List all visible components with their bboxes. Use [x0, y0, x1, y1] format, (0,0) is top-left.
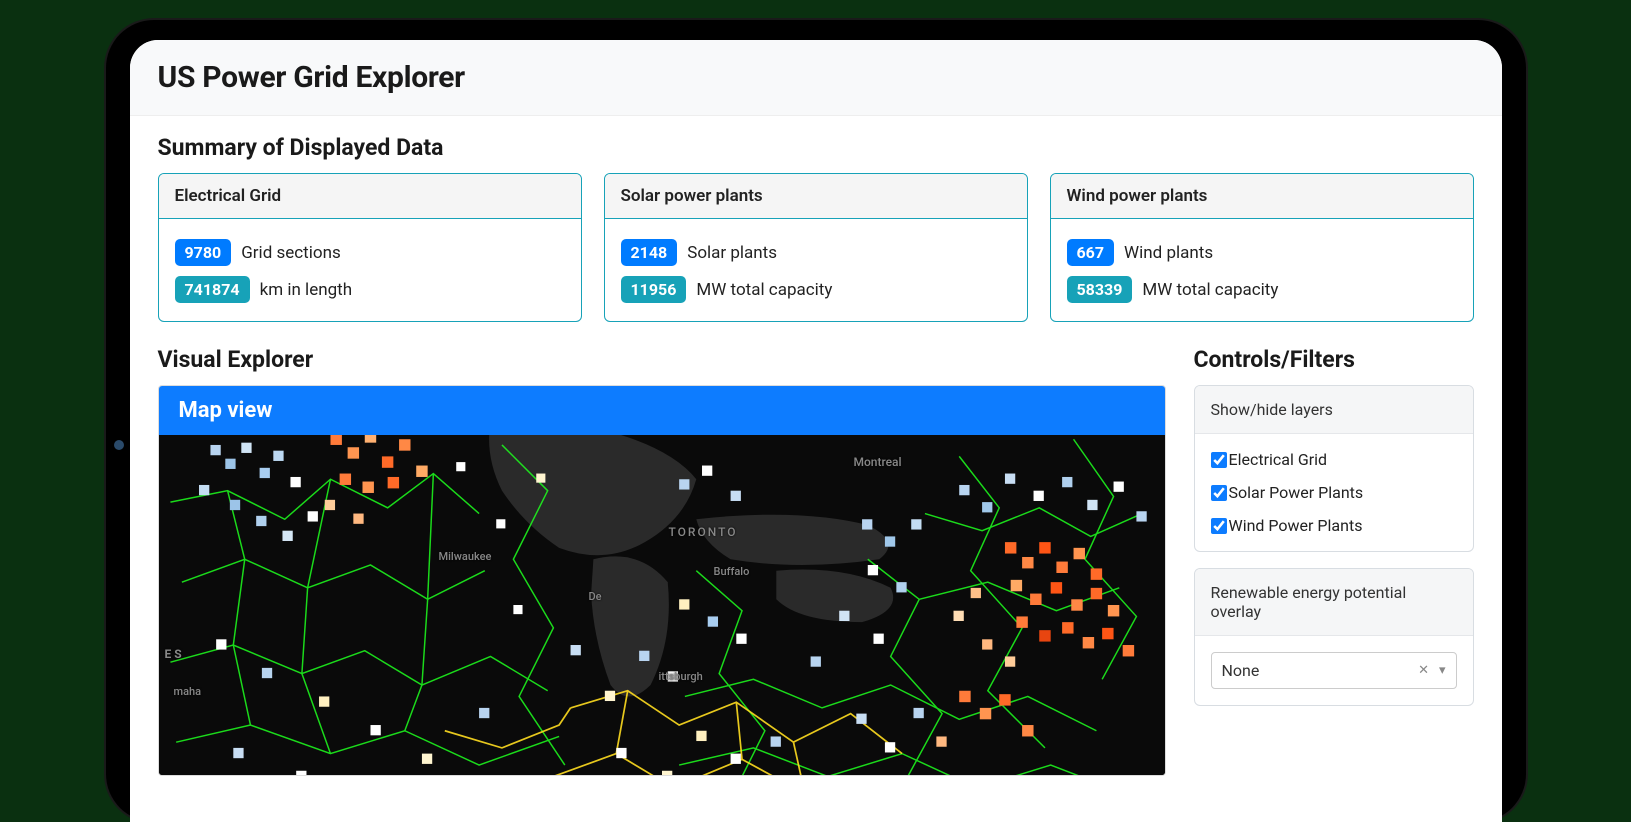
layer-toggle-solar[interactable]: Solar Power Plants: [1211, 483, 1457, 502]
stat-value-badge: 58339: [1067, 276, 1133, 303]
summary-card-body: 667 Wind plants 58339 MW total capacity: [1051, 219, 1473, 321]
main-content: Summary of Displayed Data Electrical Gri…: [130, 116, 1502, 776]
layers-card: Show/hide layers Electrical Grid Solar P…: [1194, 385, 1474, 552]
layers-card-body: Electrical Grid Solar Power Plants Wind …: [1195, 434, 1473, 551]
stat-value-badge: 667: [1067, 239, 1115, 266]
summary-card-body: 2148 Solar plants 11956 MW total capacit…: [605, 219, 1027, 321]
stat-label: Solar plants: [687, 243, 777, 263]
layer-label: Solar Power Plants: [1229, 483, 1364, 502]
summary-card-electrical-grid: Electrical Grid 9780 Grid sections 74187…: [158, 173, 582, 322]
stat-value-badge: 741874: [175, 276, 250, 303]
overlay-select-value: None: [1222, 661, 1260, 680]
stat-wind-plants: 667 Wind plants: [1067, 239, 1457, 266]
map-label-omaha: maha: [174, 685, 202, 698]
map-label-milwaukee: Milwaukee: [439, 550, 492, 563]
overlay-card-header: Renewable energy potential overlay: [1195, 569, 1473, 636]
map-label-buffalo: Buffalo: [714, 565, 750, 578]
map-label-es: ES: [165, 647, 185, 661]
stat-grid-sections: 9780 Grid sections: [175, 239, 565, 266]
controls-heading: Controls/Filters: [1194, 346, 1474, 373]
overlay-select[interactable]: None ✕ ▾: [1211, 652, 1457, 689]
checkbox-wind[interactable]: [1211, 518, 1227, 534]
device-frame: US Power Grid Explorer Summary of Displa…: [106, 20, 1526, 822]
stat-value-badge: 11956: [621, 276, 687, 303]
clear-icon[interactable]: ✕: [1418, 664, 1429, 677]
over: Renewable energy potential overlay None …: [1194, 568, 1474, 706]
map-panel: Map view: [158, 385, 1166, 776]
map-label-toronto: TORONTO: [669, 525, 738, 539]
summary-card-solar: Solar power plants 2148 Solar plants 119…: [604, 173, 1028, 322]
summary-card-wind: Wind power plants 667 Wind plants 58339 …: [1050, 173, 1474, 322]
app-header: US Power Grid Explorer: [130, 40, 1502, 116]
layer-label: Electrical Grid: [1229, 450, 1328, 469]
map-label-detroit: De: [589, 590, 602, 603]
map-label-pittsburgh: ittsburgh: [659, 670, 703, 683]
checkbox-solar[interactable]: [1211, 485, 1227, 501]
chevron-down-icon[interactable]: ▾: [1439, 664, 1446, 677]
explorer-heading: Visual Explorer: [158, 346, 1166, 373]
app-screen: US Power Grid Explorer Summary of Displa…: [130, 40, 1502, 822]
stat-solar-plants: 2148 Solar plants: [621, 239, 1011, 266]
stat-solar-capacity: 11956 MW total capacity: [621, 276, 1011, 303]
layer-label: Wind Power Plants: [1229, 516, 1363, 535]
summary-card-title: Electrical Grid: [159, 174, 581, 219]
layers-card-header: Show/hide layers: [1195, 386, 1473, 434]
explorer-left-col: Visual Explorer Map view: [158, 346, 1166, 776]
layer-toggle-wind[interactable]: Wind Power Plants: [1211, 516, 1457, 535]
map-canvas[interactable]: [159, 435, 1165, 775]
stat-label: km in length: [260, 280, 353, 300]
stat-value-badge: 9780: [175, 239, 232, 266]
overlay-card-body: None ✕ ▾: [1195, 636, 1473, 705]
stat-value-badge: 2148: [621, 239, 678, 266]
stat-wind-capacity: 58339 MW total capacity: [1067, 276, 1457, 303]
stat-label: MW total capacity: [696, 280, 832, 300]
app-title: US Power Grid Explorer: [158, 60, 1474, 95]
stat-label: MW total capacity: [1142, 280, 1278, 300]
map-label-montreal: Montreal: [854, 455, 902, 469]
explorer-row: Visual Explorer Map view: [158, 346, 1474, 776]
layer-toggle-electrical-grid[interactable]: Electrical Grid: [1211, 450, 1457, 469]
summary-card-title: Wind power plants: [1051, 174, 1473, 219]
summary-card-title: Solar power plants: [605, 174, 1027, 219]
stat-label: Grid sections: [241, 243, 341, 263]
device-camera: [114, 440, 124, 450]
controls-col: Controls/Filters Show/hide layers Electr…: [1194, 346, 1474, 776]
summary-heading: Summary of Displayed Data: [158, 134, 1474, 161]
stat-grid-length: 741874 km in length: [175, 276, 565, 303]
stat-label: Wind plants: [1124, 243, 1213, 263]
map-panel-title: Map view: [159, 386, 1165, 435]
summary-cards-row: Electrical Grid 9780 Grid sections 74187…: [158, 173, 1474, 322]
checkbox-electrical-grid[interactable]: [1211, 452, 1227, 468]
summary-card-body: 9780 Grid sections 741874 km in length: [159, 219, 581, 321]
select-icons: ✕ ▾: [1418, 664, 1445, 677]
